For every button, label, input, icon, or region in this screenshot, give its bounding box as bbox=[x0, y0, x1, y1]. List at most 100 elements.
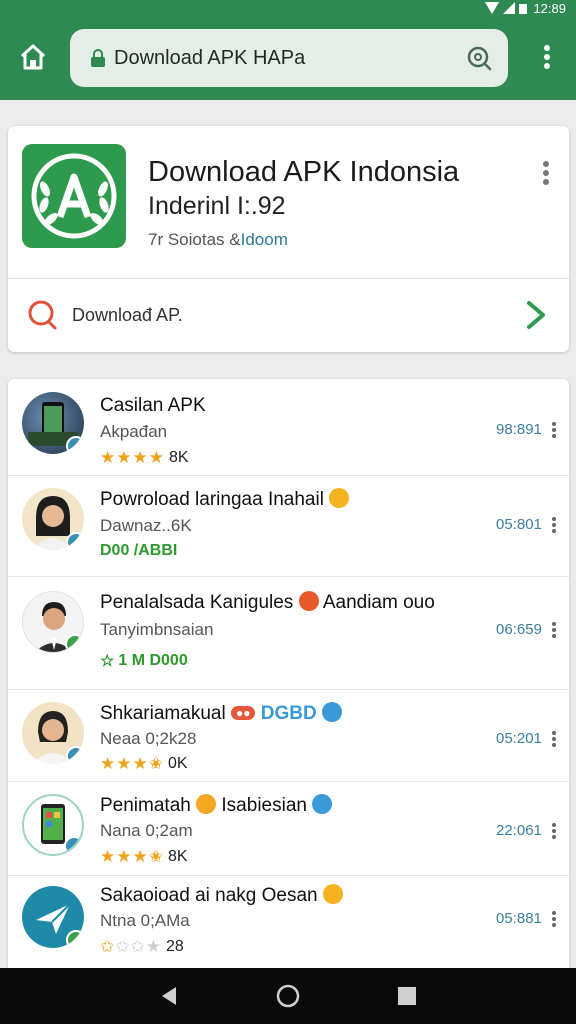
home-button[interactable] bbox=[14, 38, 52, 76]
item-subtitle: Tanyimbnsaian bbox=[100, 620, 214, 639]
item-title-text: Shkariamakual bbox=[100, 703, 226, 724]
list-item[interactable]: Penalalsada Kanigules Aandiam ouo Tanyim… bbox=[8, 577, 569, 690]
item-subtitle: Dawnaz..6K bbox=[100, 516, 192, 535]
top-app-bar: 12:89 Download APK HAPa bbox=[0, 0, 576, 100]
signal-icon bbox=[503, 2, 516, 14]
item-subtitle: Akpađan bbox=[100, 422, 168, 441]
lock-icon bbox=[91, 49, 105, 67]
phone-avatar bbox=[22, 392, 84, 454]
tag-badge: ●● bbox=[230, 706, 256, 720]
item-rating: ★★★✬ 0K bbox=[100, 754, 188, 774]
app-meta: 7r Soiotas &Idoom bbox=[148, 230, 288, 250]
star-rating-icon: ★★★★ bbox=[100, 448, 165, 467]
star-rating-icon: ★★★✬ bbox=[100, 754, 164, 773]
item-more-icon[interactable] bbox=[550, 622, 558, 638]
verified-badge-icon bbox=[65, 634, 83, 652]
star-outline-icon: ☆ bbox=[100, 653, 115, 670]
item-rating: ★★★✬ 8K bbox=[100, 847, 188, 867]
home-circle-icon bbox=[276, 984, 300, 1008]
app-meta-link[interactable]: Idoom bbox=[241, 230, 288, 249]
status-time: 12:89 bbox=[533, 0, 566, 16]
item-rating-label: 28 bbox=[165, 938, 184, 955]
home-icon bbox=[20, 44, 46, 70]
app-header-card: Download APK Indonsia Inderinl I:.92 7r … bbox=[8, 126, 569, 352]
overflow-menu-button[interactable] bbox=[532, 38, 562, 76]
item-title: Powroload laringaa Inahail bbox=[100, 488, 350, 511]
item-title-suffix: DGBD bbox=[260, 703, 317, 724]
item-more-icon[interactable] bbox=[550, 517, 558, 533]
item-downloads: D00 /ABBI bbox=[100, 542, 177, 560]
item-rating: ★★★★ 8K bbox=[100, 448, 189, 468]
list-item[interactable]: Casilan APK Akpađan ★★★★ 8K 98:891 bbox=[8, 379, 569, 476]
item-subtitle: Nana 0;2am bbox=[100, 821, 193, 840]
item-number: 22:061 bbox=[496, 822, 542, 839]
item-more-icon[interactable] bbox=[550, 823, 558, 839]
status-bar: 12:89 bbox=[485, 0, 566, 16]
app-list: Casilan APK Akpađan ★★★★ 8K 98:891 Powro… bbox=[8, 379, 569, 979]
verified-check-icon bbox=[321, 702, 342, 722]
star-rating-icon: ✩✩✩★ bbox=[100, 937, 162, 956]
item-title-suffix: Isabiesian bbox=[221, 795, 307, 816]
app-version: Inderinl I:.92 bbox=[148, 192, 286, 220]
item-number: 05:881 bbox=[496, 910, 542, 927]
download-search-label[interactable]: Downloađ AP. bbox=[72, 305, 521, 326]
app-more-icon[interactable] bbox=[538, 160, 554, 186]
address-bar[interactable]: Download APK HAPa bbox=[70, 29, 508, 87]
item-number: 98:891 bbox=[496, 421, 542, 438]
search-button[interactable] bbox=[464, 43, 494, 73]
phone-avatar bbox=[22, 794, 84, 856]
app-logo bbox=[22, 144, 126, 248]
list-item[interactable]: Shkariamakual ●● DGBD Neaa 0;2k28 ★★★✬ 0… bbox=[8, 690, 569, 782]
item-subtitle: Ntna 0;AMa bbox=[100, 911, 190, 930]
recents-square-icon bbox=[397, 987, 416, 1005]
app-meta-text: 7r Soiotas & bbox=[148, 230, 241, 249]
face-emoji-icon bbox=[298, 591, 319, 611]
download-search-row[interactable]: Downloađ AP. bbox=[8, 279, 569, 351]
app-title: Download APK Indonsia bbox=[148, 156, 460, 188]
smiley-emoji-icon bbox=[196, 794, 217, 814]
item-title-suffix: Aandiam ouo bbox=[322, 592, 435, 613]
star-rating-icon: ★★★✬ bbox=[100, 847, 164, 866]
item-rating: ✩✩✩★ 28 bbox=[100, 937, 184, 957]
item-title: Penalalsada Kanigules Aandiam ouo bbox=[100, 591, 435, 614]
battery-icon bbox=[519, 4, 528, 14]
plane-avatar bbox=[22, 886, 84, 948]
home-nav-button[interactable] bbox=[270, 978, 306, 1014]
verified-check-icon bbox=[312, 794, 333, 814]
person-avatar bbox=[22, 591, 84, 653]
item-more-icon[interactable] bbox=[550, 731, 558, 747]
item-more-icon[interactable] bbox=[550, 911, 558, 927]
wreath-logo-icon bbox=[31, 153, 117, 239]
item-number: 05:801 bbox=[496, 516, 542, 533]
item-title-text: Powroload laringaa Inahail bbox=[100, 489, 324, 510]
item-title-text: Sakaoioad ai nakg Oesan bbox=[100, 885, 318, 906]
verified-badge-icon bbox=[64, 836, 82, 854]
list-item[interactable]: Sakaoioad ai nakg Oesan Ntna 0;AMa ✩✩✩★ … bbox=[8, 876, 569, 979]
more-vert-icon bbox=[544, 45, 550, 69]
verified-badge-icon bbox=[66, 746, 84, 764]
status-icons bbox=[485, 2, 528, 14]
list-item[interactable]: Powroload laringaa Inahail Dawnaz..6K D0… bbox=[8, 476, 569, 577]
item-downloads-text: 1 M D000 bbox=[118, 652, 188, 669]
item-title: Shkariamakual ●● DGBD bbox=[100, 702, 342, 725]
verified-badge-icon bbox=[66, 930, 84, 948]
item-rating-label: 0K bbox=[167, 755, 188, 772]
item-title-text: Penalalsada Kanigules bbox=[100, 592, 294, 613]
smiley-emoji-icon bbox=[329, 488, 350, 508]
search-icon bbox=[467, 46, 492, 71]
system-nav-bar bbox=[0, 968, 576, 1024]
item-title-text: Penimatah bbox=[100, 795, 191, 816]
person-avatar bbox=[22, 488, 84, 550]
item-more-icon[interactable] bbox=[550, 422, 558, 438]
item-number: 05:201 bbox=[496, 730, 542, 747]
recents-button[interactable] bbox=[389, 978, 425, 1014]
smiley-emoji-icon bbox=[322, 884, 343, 904]
list-item[interactable]: Penimatah Isabiesian Nana 0;2am ★★★✬ 8K … bbox=[8, 782, 569, 876]
wifi-icon bbox=[485, 2, 500, 14]
verified-badge-icon bbox=[66, 532, 84, 550]
item-title: Casilan APK bbox=[100, 395, 206, 416]
item-title: Penimatah Isabiesian bbox=[100, 794, 333, 817]
url-text[interactable]: Download APK HAPa bbox=[114, 47, 464, 70]
back-button[interactable] bbox=[151, 978, 187, 1014]
chevron-right-icon[interactable] bbox=[521, 298, 551, 332]
